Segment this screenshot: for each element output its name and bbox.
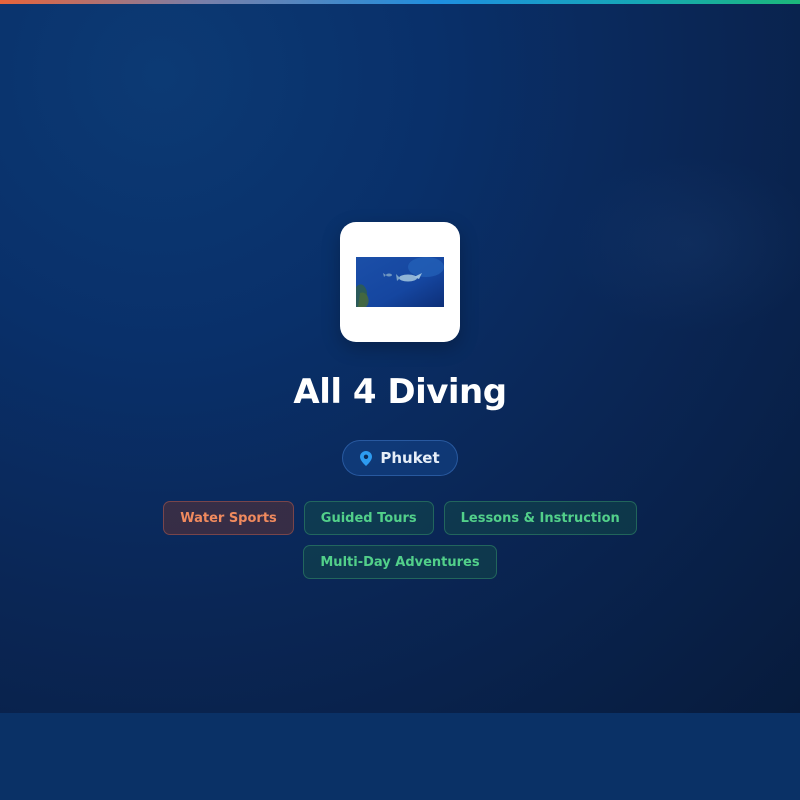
category-tags-row-1: Water Sports Guided Tours Lessons & Inst… <box>0 501 800 535</box>
location-label: Phuket <box>380 449 440 467</box>
tag-lessons-instruction[interactable]: Lessons & Instruction <box>443 501 637 535</box>
category-tags-row-2: Multi-Day Adventures <box>0 545 800 579</box>
location-badge[interactable]: Phuket <box>342 440 458 476</box>
business-name: All 4 Diving <box>293 372 507 412</box>
footer-band <box>0 713 800 800</box>
tag-guided-tours[interactable]: Guided Tours <box>303 501 434 535</box>
business-logo <box>340 222 460 342</box>
hero-section <box>0 4 800 713</box>
underwater-diving-photo <box>356 257 444 307</box>
tag-multi-day-adventures[interactable]: Multi-Day Adventures <box>303 545 497 579</box>
tag-water-sports[interactable]: Water Sports <box>163 501 294 535</box>
map-pin-icon <box>360 450 373 466</box>
hero-glow <box>560 154 800 334</box>
